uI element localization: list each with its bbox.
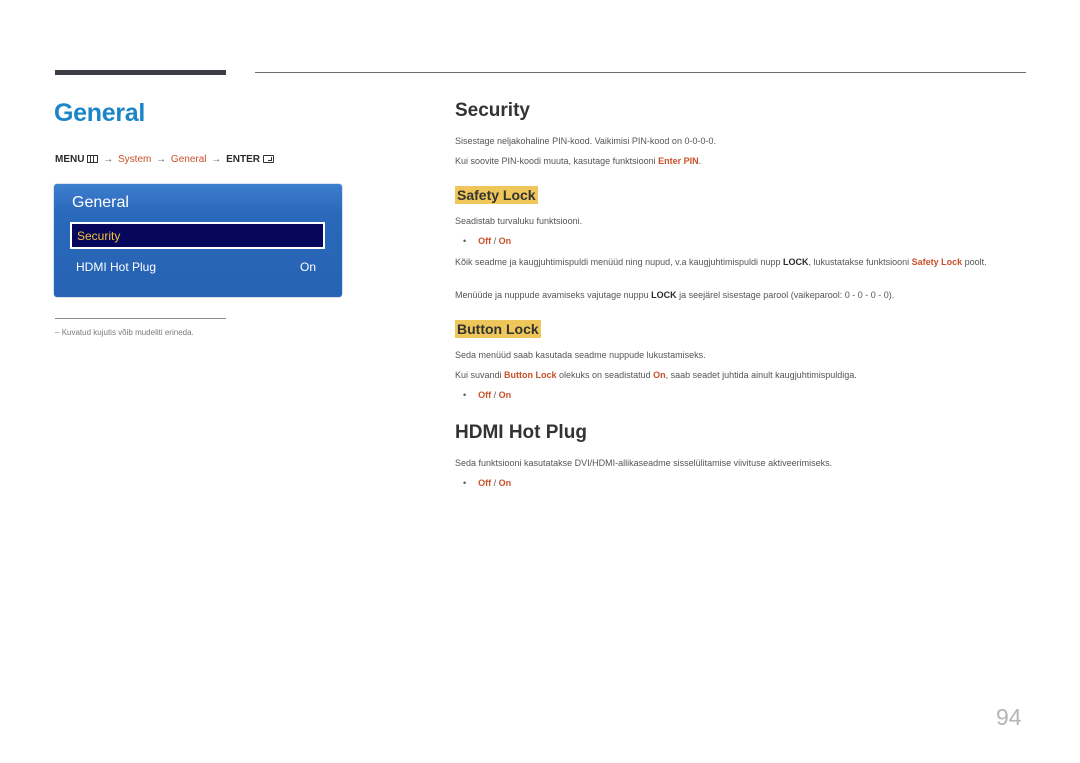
osd-menu-panel: General Security HDMI Hot Plug On — [54, 184, 342, 297]
text: Kui soovite PIN-koodi muuta, kasutage fu… — [455, 156, 659, 166]
menu-path-general: General — [170, 154, 207, 165]
osd-item-hdmi-hot-plug[interactable]: HDMI Hot Plug On — [76, 260, 316, 274]
text: Menüüde ja nuppude avamiseks vajutage nu… — [455, 290, 652, 300]
safety-lock-desc: Seadistab turvaluku funktsiooni. — [455, 216, 583, 226]
bullet-icon: • — [463, 478, 467, 488]
lock-key: LOCK — [783, 257, 809, 267]
safety-lock-para-2: Menüüde ja nuppude avamiseks vajutage nu… — [455, 290, 894, 300]
footnote-dash: – — [55, 328, 60, 337]
option-on: On — [498, 478, 512, 488]
button-lock-options: • Off / On — [463, 390, 511, 400]
text: Kõik seadme ja kaugjuhtimispuldi menüüd … — [455, 257, 784, 267]
text: poolt. — [962, 257, 987, 267]
option-off: Off — [478, 478, 492, 488]
footnote-text: Kuvatud kujutis võib mudeliti erineda. — [61, 328, 194, 337]
footnote: – Kuvatud kujutis võib mudeliti erineda. — [55, 328, 194, 337]
page-title: General — [54, 99, 146, 127]
menu-path-menu: MENU — [55, 154, 85, 165]
bullet-icon: • — [463, 390, 467, 400]
bullet-icon: • — [463, 236, 467, 246]
option-off: Off — [478, 390, 492, 400]
lock-key: LOCK — [651, 290, 677, 300]
menu-icon — [87, 155, 99, 163]
text: olekuks on seadistatud — [556, 370, 654, 380]
option-on: On — [498, 390, 512, 400]
button-lock-para: Kui suvandi Button Lock olekuks on seadi… — [455, 370, 857, 380]
arrow-icon: → — [103, 154, 114, 165]
option-separator: / — [491, 390, 499, 400]
subsection-title-button-lock: Button Lock — [455, 320, 541, 338]
header-rule-thin — [255, 72, 1026, 73]
option-off: Off — [478, 236, 492, 246]
arrow-icon: → — [156, 154, 167, 165]
enter-pin-link: Enter PIN — [658, 156, 699, 166]
osd-item-label: Security — [77, 229, 121, 243]
option-separator: / — [491, 478, 499, 488]
header-rule-thick — [55, 70, 226, 75]
osd-item-label: HDMI Hot Plug — [76, 260, 157, 274]
menu-path-system: System — [118, 154, 152, 165]
safety-lock-para-1: Kõik seadme ja kaugjuhtimispuldi menüüd … — [455, 255, 1020, 269]
osd-item-security[interactable]: Security — [70, 222, 325, 249]
osd-title: General — [72, 194, 129, 211]
text: ja seejärel sisestage parool (vaikeparoo… — [676, 290, 895, 300]
section-title-hdmi-hot-plug: HDMI Hot Plug — [455, 422, 587, 443]
footnote-divider — [55, 318, 226, 319]
menu-path: MENU → System → General → ENTER — [55, 154, 274, 165]
on-ref: On — [653, 370, 666, 380]
text: Kui suvandi — [455, 370, 505, 380]
menu-path-enter: ENTER — [226, 154, 260, 165]
enter-icon — [262, 155, 274, 163]
text: , saab seadet juhtida ainult kaugjuhtimi… — [665, 370, 857, 380]
option-separator: / — [491, 236, 499, 246]
hdmi-hot-plug-desc: Seda funktsiooni kasutatakse DVI/HDMI-al… — [455, 458, 833, 468]
text: . — [698, 156, 702, 166]
button-lock-desc: Seda menüüd saab kasutada seadme nuppude… — [455, 350, 706, 360]
hdmi-hot-plug-options: • Off / On — [463, 478, 511, 488]
safety-lock-ref: Safety Lock — [911, 257, 963, 267]
security-line-2: Kui soovite PIN-koodi muuta, kasutage fu… — [455, 156, 701, 166]
option-on: On — [498, 236, 512, 246]
subsection-title-safety-lock: Safety Lock — [455, 186, 538, 204]
text: , lukustatakse funktsiooni — [808, 257, 912, 267]
section-title-security: Security — [455, 100, 530, 121]
arrow-icon: → — [211, 154, 222, 165]
page-number: 94 — [996, 704, 1022, 730]
security-line-1: Sisestage neljakohaline PIN-kood. Vaikim… — [455, 136, 716, 146]
osd-item-value: On — [299, 260, 316, 274]
button-lock-ref: Button Lock — [504, 370, 557, 380]
safety-lock-options: • Off / On — [463, 236, 511, 246]
